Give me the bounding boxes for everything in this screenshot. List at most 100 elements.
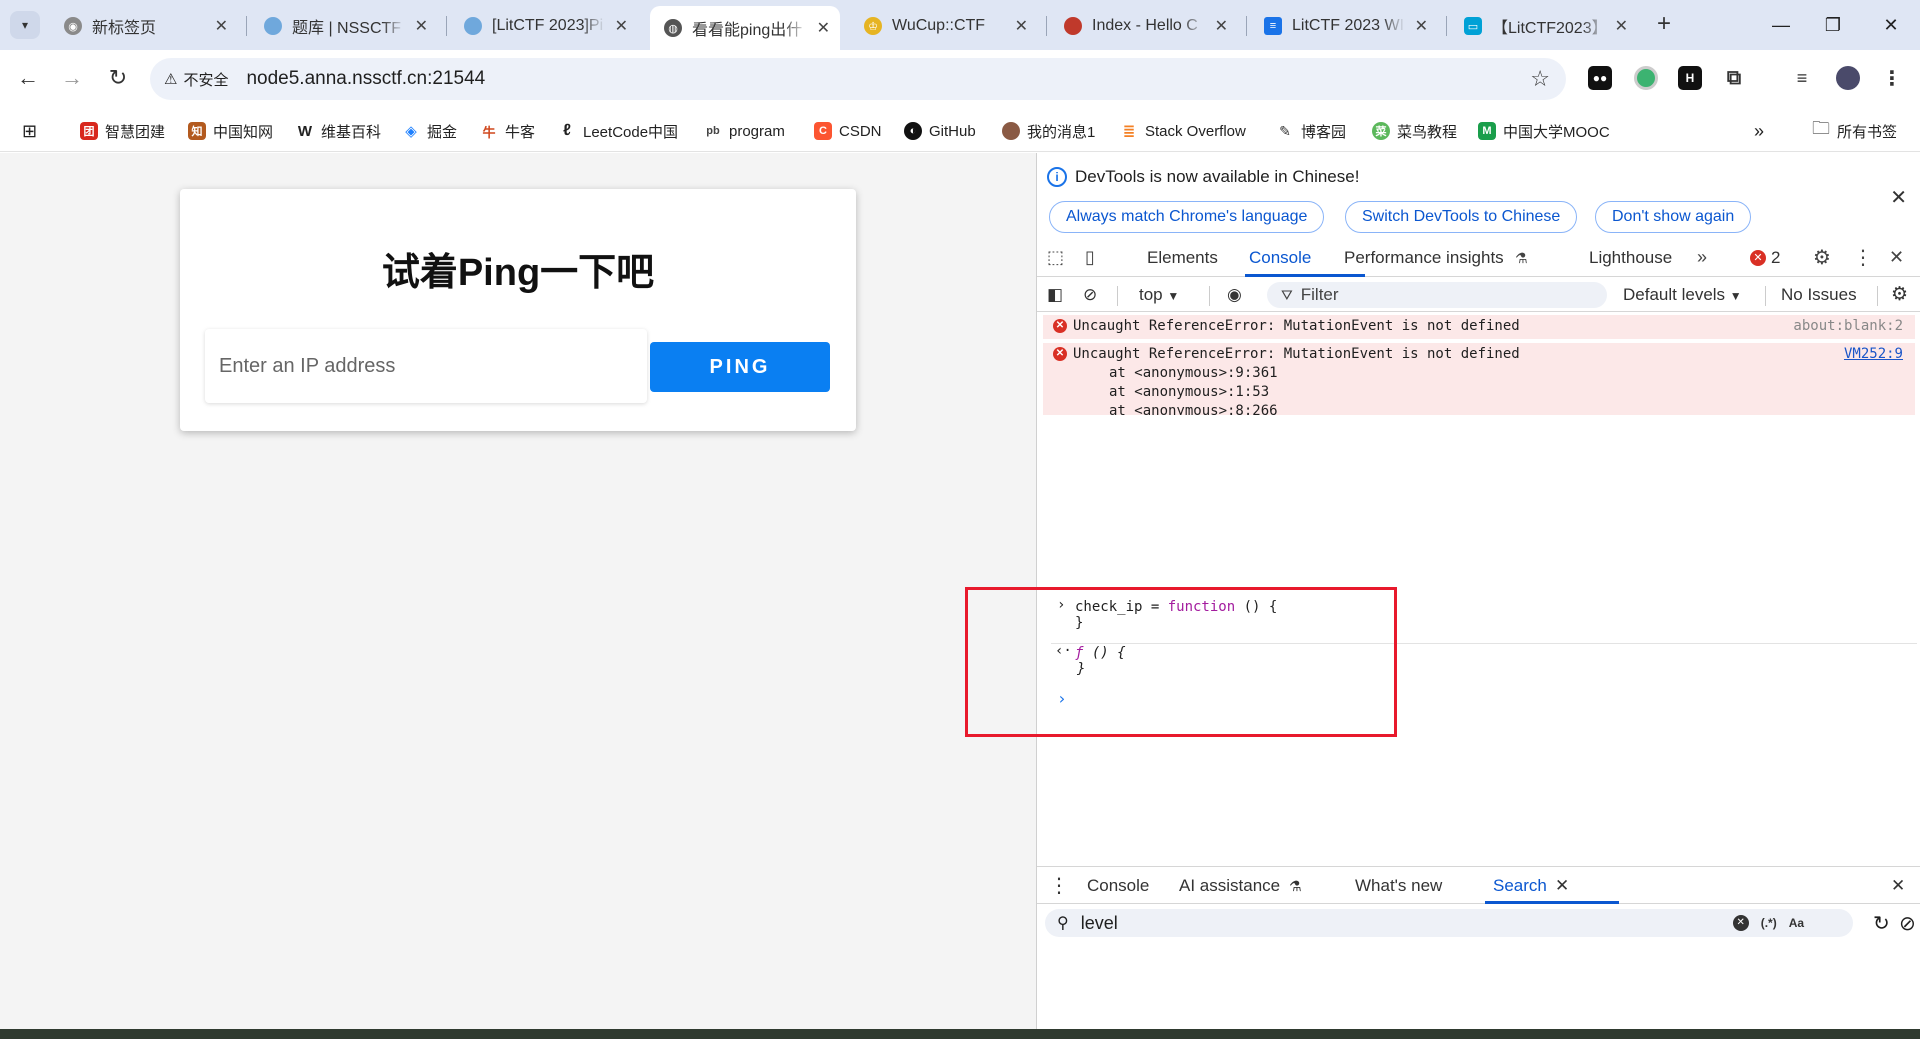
search-input[interactable] [1080, 912, 1721, 934]
bookmark-item[interactable]: W 维基百科 [296, 120, 381, 142]
close-drawer-icon[interactable]: ✕ [1891, 876, 1905, 896]
console-filter-input[interactable]: ⛛ Filter [1267, 282, 1607, 308]
tab-wucup[interactable]: ♔ WuCup::CTF ✕ [850, 6, 1038, 46]
extension-icon[interactable]: ●● [1588, 66, 1612, 90]
reload-button[interactable]: ↻ [104, 64, 132, 92]
switch-to-chinese-button[interactable]: Switch DevTools to Chinese [1345, 201, 1578, 233]
security-chip[interactable]: ⚠ 不安全 [164, 69, 228, 90]
ping-button[interactable]: PING [650, 342, 830, 392]
address-bar[interactable]: ⚠ 不安全 node5.anna.nssctf.cn:21544 ☆ [150, 58, 1566, 100]
new-tab-button[interactable]: + [1652, 12, 1676, 38]
kebab-menu-icon[interactable]: ⋮ [1853, 245, 1873, 270]
ip-address-input[interactable] [205, 329, 647, 403]
bookmark-item[interactable]: C CSDN [814, 120, 882, 142]
bookmark-item[interactable]: ≣ Stack Overflow [1120, 120, 1246, 142]
all-bookmarks-folder[interactable]: 🗀 所有书签 [1812, 118, 1897, 142]
context-selector[interactable]: top ▼ [1139, 285, 1179, 305]
drawer-tab-search[interactable]: Search [1493, 876, 1547, 896]
ctf-icon [1064, 17, 1082, 35]
tab-litctf-pi[interactable]: [LitCTF 2023]Pi ✕ [450, 6, 638, 46]
back-button[interactable]: ← [14, 64, 42, 92]
minimize-button[interactable]: — [1766, 10, 1796, 40]
more-tabs-chevron-icon[interactable]: » [1697, 247, 1707, 268]
dont-show-again-button[interactable]: Don't show again [1595, 201, 1752, 233]
close-window-button[interactable]: ✕ [1876, 10, 1906, 40]
console-settings-gear-icon[interactable]: ⚙ [1891, 283, 1908, 306]
bookmark-item[interactable]: 知中国知网 [188, 120, 273, 142]
bookmark-star-icon[interactable]: ☆ [1530, 66, 1550, 92]
issues-button[interactable]: No Issues [1781, 285, 1857, 305]
close-devtools-icon[interactable]: ✕ [1889, 247, 1904, 268]
drawer-menu-icon[interactable]: ⋮ [1049, 873, 1069, 898]
always-match-language-button[interactable]: Always match Chrome's language [1049, 201, 1325, 233]
tab-elements[interactable]: Elements [1147, 248, 1218, 268]
sidebar-toggle-icon[interactable]: ◧ [1047, 285, 1063, 305]
restore-button[interactable]: ❐ [1818, 10, 1848, 40]
live-expression-eye-icon[interactable]: ◉ [1227, 285, 1242, 305]
close-icon[interactable]: ✕ [215, 16, 228, 36]
tab-search-button[interactable]: ▾ [10, 11, 40, 39]
extension-green-icon[interactable] [1634, 66, 1658, 90]
tab-new-tab[interactable]: ◉ 新标签页 ✕ [50, 6, 238, 46]
regex-toggle-icon[interactable]: (.*) [1761, 916, 1777, 930]
security-label: 不安全 [183, 71, 229, 89]
close-icon[interactable]: ✕ [1015, 16, 1028, 36]
tab-bilibili[interactable]: ▭ 【LitCTF2023】 ✕ [1450, 6, 1638, 46]
console-error-message: ✕ Uncaught ReferenceError: MutationEvent… [1043, 315, 1915, 339]
extension-h-icon[interactable]: H [1678, 66, 1702, 90]
apps-grid-icon[interactable]: ⊞ [22, 120, 37, 142]
active-tab-indicator [1485, 901, 1619, 904]
bookmark-item[interactable]: ✎ 博客园 [1276, 120, 1346, 142]
tab-nssctf[interactable]: 题库 | NSSCTF ✕ [250, 6, 438, 46]
settings-gear-icon[interactable]: ⚙ [1813, 245, 1831, 270]
drawer-tab-ai-assistance[interactable]: AI assistance [1179, 876, 1280, 896]
bookmark-item[interactable]: 牛牛客 [480, 120, 535, 142]
drawer-tab-console[interactable]: Console [1087, 876, 1149, 896]
media-control-icon[interactable]: ≡ [1790, 66, 1814, 90]
clear-console-icon[interactable]: ⊘ [1083, 285, 1097, 305]
bookmark-item[interactable]: 我的消息1 [1002, 120, 1095, 142]
close-icon[interactable]: ✕ [1615, 16, 1628, 36]
close-icon[interactable]: ✕ [615, 16, 628, 36]
tab-performance-insights[interactable]: Performance insights [1344, 248, 1504, 268]
error-source-link[interactable]: VM252:9 [1844, 346, 1903, 362]
error-source-link[interactable]: about:blank:2 [1793, 318, 1903, 334]
close-icon[interactable]: ✕ [1555, 876, 1569, 896]
more-bookmarks-chevron-icon[interactable]: » [1754, 120, 1764, 142]
refresh-search-icon[interactable]: ↻ [1873, 911, 1890, 936]
bookmark-item[interactable]: M 中国大学MOOC [1478, 120, 1610, 142]
url-text[interactable]: node5.anna.nssctf.cn:21544 [246, 68, 485, 90]
close-icon[interactable]: ✕ [1890, 185, 1907, 210]
clear-search-icon[interactable]: ✕ [1732, 915, 1749, 931]
bookmark-item[interactable]: ℓ LeetCode中国 [558, 120, 678, 142]
highlight-annotation-box [965, 587, 1397, 737]
match-case-icon[interactable]: Aa [1789, 916, 1804, 930]
close-icon[interactable]: ✕ [1415, 16, 1428, 36]
tab-litctf-wp[interactable]: ≡ LitCTF 2023 WI ✕ [1250, 6, 1438, 46]
avatar[interactable] [1836, 66, 1860, 90]
bookmark-item[interactable]: ◈ 掘金 [402, 120, 457, 142]
error-count[interactable]: 2 [1771, 248, 1780, 268]
inspect-element-icon[interactable]: ⬚ [1047, 247, 1064, 268]
forward-button[interactable]: → [58, 64, 86, 92]
close-icon[interactable]: ✕ [1215, 16, 1228, 36]
log-levels-dropdown[interactable]: Default levels ▼ [1623, 285, 1742, 305]
clear-results-icon[interactable]: ⊘ [1899, 911, 1916, 936]
menu-kebab-icon[interactable]: ⋮ [1880, 66, 1904, 90]
error-icon[interactable]: ✕ [1750, 250, 1766, 266]
close-icon[interactable]: ✕ [817, 18, 830, 38]
tab-hello-ctf[interactable]: Index - Hello C ✕ [1050, 6, 1238, 46]
warning-icon: ⚠ [164, 71, 178, 88]
close-icon[interactable]: ✕ [415, 16, 428, 36]
puzzle-icon[interactable]: ⧉ [1722, 66, 1746, 90]
bookmark-item[interactable]: ◐ GitHub [904, 120, 976, 142]
tab-ping-active[interactable]: ◍ 看看能ping出什 ✕ [650, 6, 840, 50]
tab-lighthouse[interactable]: Lighthouse [1589, 248, 1672, 268]
device-toolbar-icon[interactable]: ▯ [1085, 247, 1095, 268]
bookmark-item[interactable]: 团智慧团建 [80, 120, 165, 142]
bookmark-item[interactable]: 菜菜鸟教程 [1372, 120, 1457, 142]
search-field[interactable]: ⚲ ✕ (.*) Aa [1045, 909, 1853, 937]
bookmark-item[interactable]: pb program [704, 120, 785, 142]
drawer-tab-whats-new[interactable]: What's new [1355, 876, 1442, 896]
tab-console[interactable]: Console [1249, 248, 1311, 268]
